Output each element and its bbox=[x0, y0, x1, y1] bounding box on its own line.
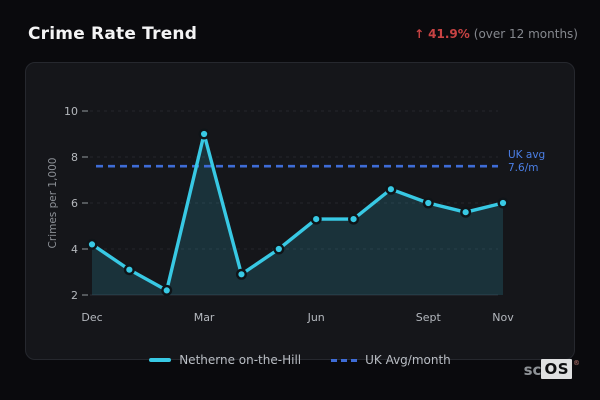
dashed-line-swatch-icon bbox=[331, 358, 358, 362]
page-title: Crime Rate Trend bbox=[28, 24, 198, 44]
data-point bbox=[86, 238, 98, 250]
trend-stat-value: 41.9% bbox=[428, 27, 470, 41]
x-tick-label: Sept bbox=[416, 311, 442, 324]
x-tick-label: Nov bbox=[492, 311, 514, 324]
data-point bbox=[161, 284, 173, 296]
trend-stat-caption: (over 12 months) bbox=[473, 27, 578, 41]
data-point bbox=[235, 268, 247, 280]
crime-line-chart: 2 4 6 8 10 Dec Mar Jun Sept Nov Crimes per 1,000 bbox=[47, 105, 514, 324]
uk-avg-annotation-line2: 7.6/m bbox=[508, 162, 539, 174]
crime-trend-page: Crime Rate Trend ↑ 41.9% (over 12 months… bbox=[0, 0, 600, 400]
chart-card: 2 4 6 8 10 Dec Mar Jun Sept Nov Crimes per 1,000 U… bbox=[25, 62, 575, 360]
y-tick-label: 8 bbox=[71, 151, 78, 164]
x-tick-label: Jun bbox=[307, 311, 325, 324]
data-point bbox=[273, 243, 285, 255]
legend-item-netherne[interactable]: Netherne on-the-Hill bbox=[149, 353, 301, 367]
legend-label-uk-avg: UK Avg/month bbox=[365, 353, 451, 367]
chart-legend: Netherne on-the-Hill UK Avg/month bbox=[0, 353, 600, 367]
data-point bbox=[123, 264, 135, 276]
data-point bbox=[460, 206, 472, 218]
uk-avg-annotation: UK avg 7.6/m bbox=[508, 149, 545, 175]
x-tick-label: Mar bbox=[194, 311, 215, 324]
y-tick-label: 10 bbox=[64, 105, 78, 118]
trend-up-arrow-icon: ↑ bbox=[414, 27, 425, 41]
data-point bbox=[385, 183, 397, 195]
y-tick-label: 2 bbox=[71, 289, 78, 302]
scos-logo-box: OS bbox=[541, 359, 572, 379]
data-point bbox=[348, 213, 360, 225]
data-point bbox=[198, 128, 210, 140]
legend-item-uk-avg[interactable]: UK Avg/month bbox=[331, 353, 451, 367]
legend-label-netherne: Netherne on-the-Hill bbox=[179, 353, 302, 367]
data-point bbox=[310, 213, 322, 225]
trend-stat: ↑ 41.9% (over 12 months) bbox=[414, 27, 578, 41]
scos-logo: sc OS ® bbox=[524, 359, 580, 379]
data-point bbox=[497, 197, 509, 209]
y-tick-label: 6 bbox=[71, 197, 78, 210]
y-tick-label: 4 bbox=[71, 243, 78, 256]
header: Crime Rate Trend ↑ 41.9% (over 12 months… bbox=[28, 24, 578, 44]
series-area bbox=[92, 134, 503, 295]
solid-line-swatch-icon bbox=[149, 358, 172, 362]
scos-logo-prefix: sc bbox=[523, 361, 542, 379]
data-point bbox=[422, 197, 434, 209]
y-axis-title: Crimes per 1,000 bbox=[47, 158, 59, 249]
registered-trademark-icon: ® bbox=[573, 359, 580, 367]
uk-avg-annotation-line1: UK avg bbox=[508, 149, 546, 161]
x-tick-label: Dec bbox=[81, 311, 102, 324]
